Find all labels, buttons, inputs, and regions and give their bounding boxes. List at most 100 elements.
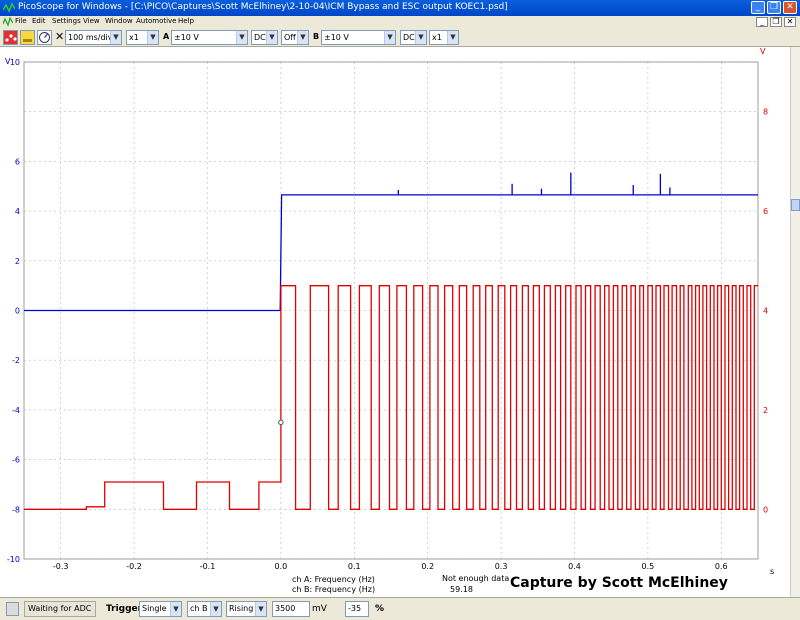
channel-a-coupling-value: DC — [254, 33, 266, 42]
left-tick-label: -8 — [12, 505, 20, 514]
timebase-value: 100 ms/div — [68, 33, 113, 42]
note-icon — [23, 39, 32, 42]
mdi-close-button[interactable]: ✕ — [784, 17, 796, 27]
close-button[interactable]: ✕ — [783, 1, 797, 14]
mdi-restore-button[interactable]: ❐ — [770, 17, 782, 27]
left-axis: 10 6 4 2 0 -2 -4 -6 -8 -10 — [7, 58, 20, 564]
trigger-level-unit: mV — [312, 604, 327, 614]
right-tick-label: 8 — [763, 108, 768, 117]
x-axis-unit: s — [770, 567, 774, 576]
x-tick-label: -0.3 — [53, 562, 69, 571]
chevron-down-icon: ▼ — [384, 31, 395, 44]
channel-a-range-select[interactable]: ±10 V ▼ — [171, 30, 248, 45]
left-tick-label: 4 — [15, 207, 20, 216]
right-axis: 1086420-2 — [763, 108, 768, 515]
gauge-button[interactable] — [37, 30, 52, 45]
menu-file[interactable]: File — [15, 17, 27, 25]
channel-b-range-select[interactable]: ±10 V ▼ — [321, 30, 396, 45]
pretrigger-input[interactable]: -35 — [345, 601, 369, 617]
window-title: PicoScope for Windows - [C:\PICO\Capture… — [18, 2, 508, 12]
channel-a-spikes — [397, 172, 671, 195]
channel-b-range-value: ±10 V — [324, 33, 349, 42]
chevron-down-icon: ▼ — [266, 31, 277, 44]
pretrigger-unit: % — [375, 604, 385, 614]
chevron-down-icon: ▼ — [255, 602, 266, 616]
left-axis-unit: V — [5, 57, 11, 66]
x-axis: -0.3 -0.2 -0.1 0.0 0.1 0.2 0.3 0.4 0.5 0.6 — [53, 562, 728, 571]
left-tick-label: -10 — [7, 555, 20, 564]
status-state: Waiting for ADC — [24, 601, 96, 617]
channel-a-coupling-select[interactable]: DC ▼ — [251, 30, 278, 45]
menu-bar: File Edit Settings View Window Automotiv… — [0, 16, 800, 28]
chevron-down-icon: ▼ — [170, 602, 181, 616]
title-bar: PicoScope for Windows - [C:\PICO\Capture… — [0, 0, 800, 16]
trigger-edge-select[interactable]: Rising ▼ — [226, 601, 267, 617]
channel-b-multiplier-value: x1 — [432, 33, 442, 42]
pretrigger-value: -35 — [348, 604, 362, 613]
left-tick-label: -6 — [12, 456, 20, 465]
vertical-scrollbar[interactable] — [790, 47, 800, 597]
x-tick-label: -0.2 — [126, 562, 142, 571]
trigger-channel-select[interactable]: ch B ▼ — [187, 601, 222, 617]
x-tick-label: 0.6 — [715, 562, 728, 571]
menu-window[interactable]: Window — [105, 17, 133, 25]
measurement-b-value: 59.18 — [450, 585, 473, 594]
mdi-minimize-button[interactable]: _ — [756, 17, 768, 27]
start-stop-button[interactable] — [6, 602, 19, 616]
picoscope-app-icon — [3, 2, 15, 13]
toolbar: ✕ 100 ms/div ▼ x1 ▼ A ±10 V ▼ DC ▼ Off ▼ B ±1… — [0, 28, 800, 47]
capture-watermark: Capture by Scott McElhiney — [510, 575, 728, 591]
menu-settings[interactable]: Settings — [52, 17, 81, 25]
channel-a-range-value: ±10 V — [174, 33, 199, 42]
measurement-a-label: ch A: Frequency (Hz) — [292, 575, 375, 584]
timebase-select[interactable]: 100 ms/div ▼ — [65, 30, 122, 45]
channel-b-coupling-value: DC — [403, 33, 415, 42]
timebase-multiplier-select[interactable]: x1 ▼ — [126, 30, 159, 45]
channel-b-coupling-select[interactable]: DC ▼ — [400, 30, 427, 45]
oscilloscope-chart: 10 6 4 2 0 -2 -4 -6 -8 -10 10 8 6 4 2 0 -2 -0.3 -0.2 -0.1… — [5, 47, 774, 594]
x-tick-label: 0.0 — [275, 562, 288, 571]
left-tick-label: -2 — [12, 356, 20, 365]
trigger-marker[interactable] — [278, 419, 284, 426]
document-icon — [3, 17, 13, 27]
right-axis-unit: V — [760, 47, 766, 56]
channel-a-offset-value: Off — [284, 33, 296, 42]
menu-view[interactable]: View — [83, 17, 100, 25]
measurement-a-value: Not enough data — [442, 574, 509, 583]
trigger-mode-select[interactable]: Single ▼ — [139, 601, 182, 617]
channel-b-label: B — [313, 32, 320, 41]
menu-edit[interactable]: Edit — [32, 17, 46, 25]
channel-a-label: A — [163, 32, 170, 41]
chevron-down-icon: ▼ — [210, 602, 221, 616]
scrollbar-thumb[interactable] — [791, 199, 800, 211]
right-tick-label: 4 — [763, 307, 768, 316]
x-tick-label: 0.4 — [568, 562, 581, 571]
channel-a-offset-select[interactable]: Off ▼ — [281, 30, 309, 45]
minimize-button[interactable]: _ — [751, 1, 765, 14]
trigger-channel-value: ch B — [190, 604, 208, 613]
multi-channel-button[interactable] — [3, 30, 18, 45]
chevron-down-icon: ▼ — [110, 31, 121, 44]
trigger-mode-value: Single — [142, 604, 167, 613]
gauge-icon — [39, 32, 50, 43]
note-button[interactable] — [20, 30, 35, 45]
stop-x-button[interactable]: ✕ — [55, 30, 64, 43]
measurement-b-label: ch B: Frequency (Hz) — [292, 585, 375, 594]
right-tick-label: 0 — [763, 505, 768, 514]
status-bar: Waiting for ADC Trigger Single ▼ ch B ▼ Ri… — [0, 597, 800, 620]
x-tick-label: 0.5 — [642, 562, 655, 571]
trigger-level-input[interactable]: 3500 — [272, 601, 310, 617]
chevron-down-icon: ▼ — [447, 31, 458, 44]
channel-b-multiplier-select[interactable]: x1 ▼ — [429, 30, 459, 45]
x-tick-label: 0.3 — [495, 562, 508, 571]
menu-automotive[interactable]: Automotive — [136, 17, 177, 25]
chevron-down-icon: ▼ — [297, 31, 308, 44]
right-tick-label: 2 — [763, 406, 768, 415]
restore-button[interactable]: ❐ — [767, 1, 781, 14]
trigger-label: Trigger — [106, 604, 143, 614]
chevron-down-icon: ▼ — [147, 31, 158, 44]
chevron-down-icon: ▼ — [415, 31, 426, 44]
menu-help[interactable]: Help — [178, 17, 194, 25]
trigger-level-value: 3500 — [275, 604, 296, 613]
right-tick-label: 6 — [763, 207, 768, 216]
